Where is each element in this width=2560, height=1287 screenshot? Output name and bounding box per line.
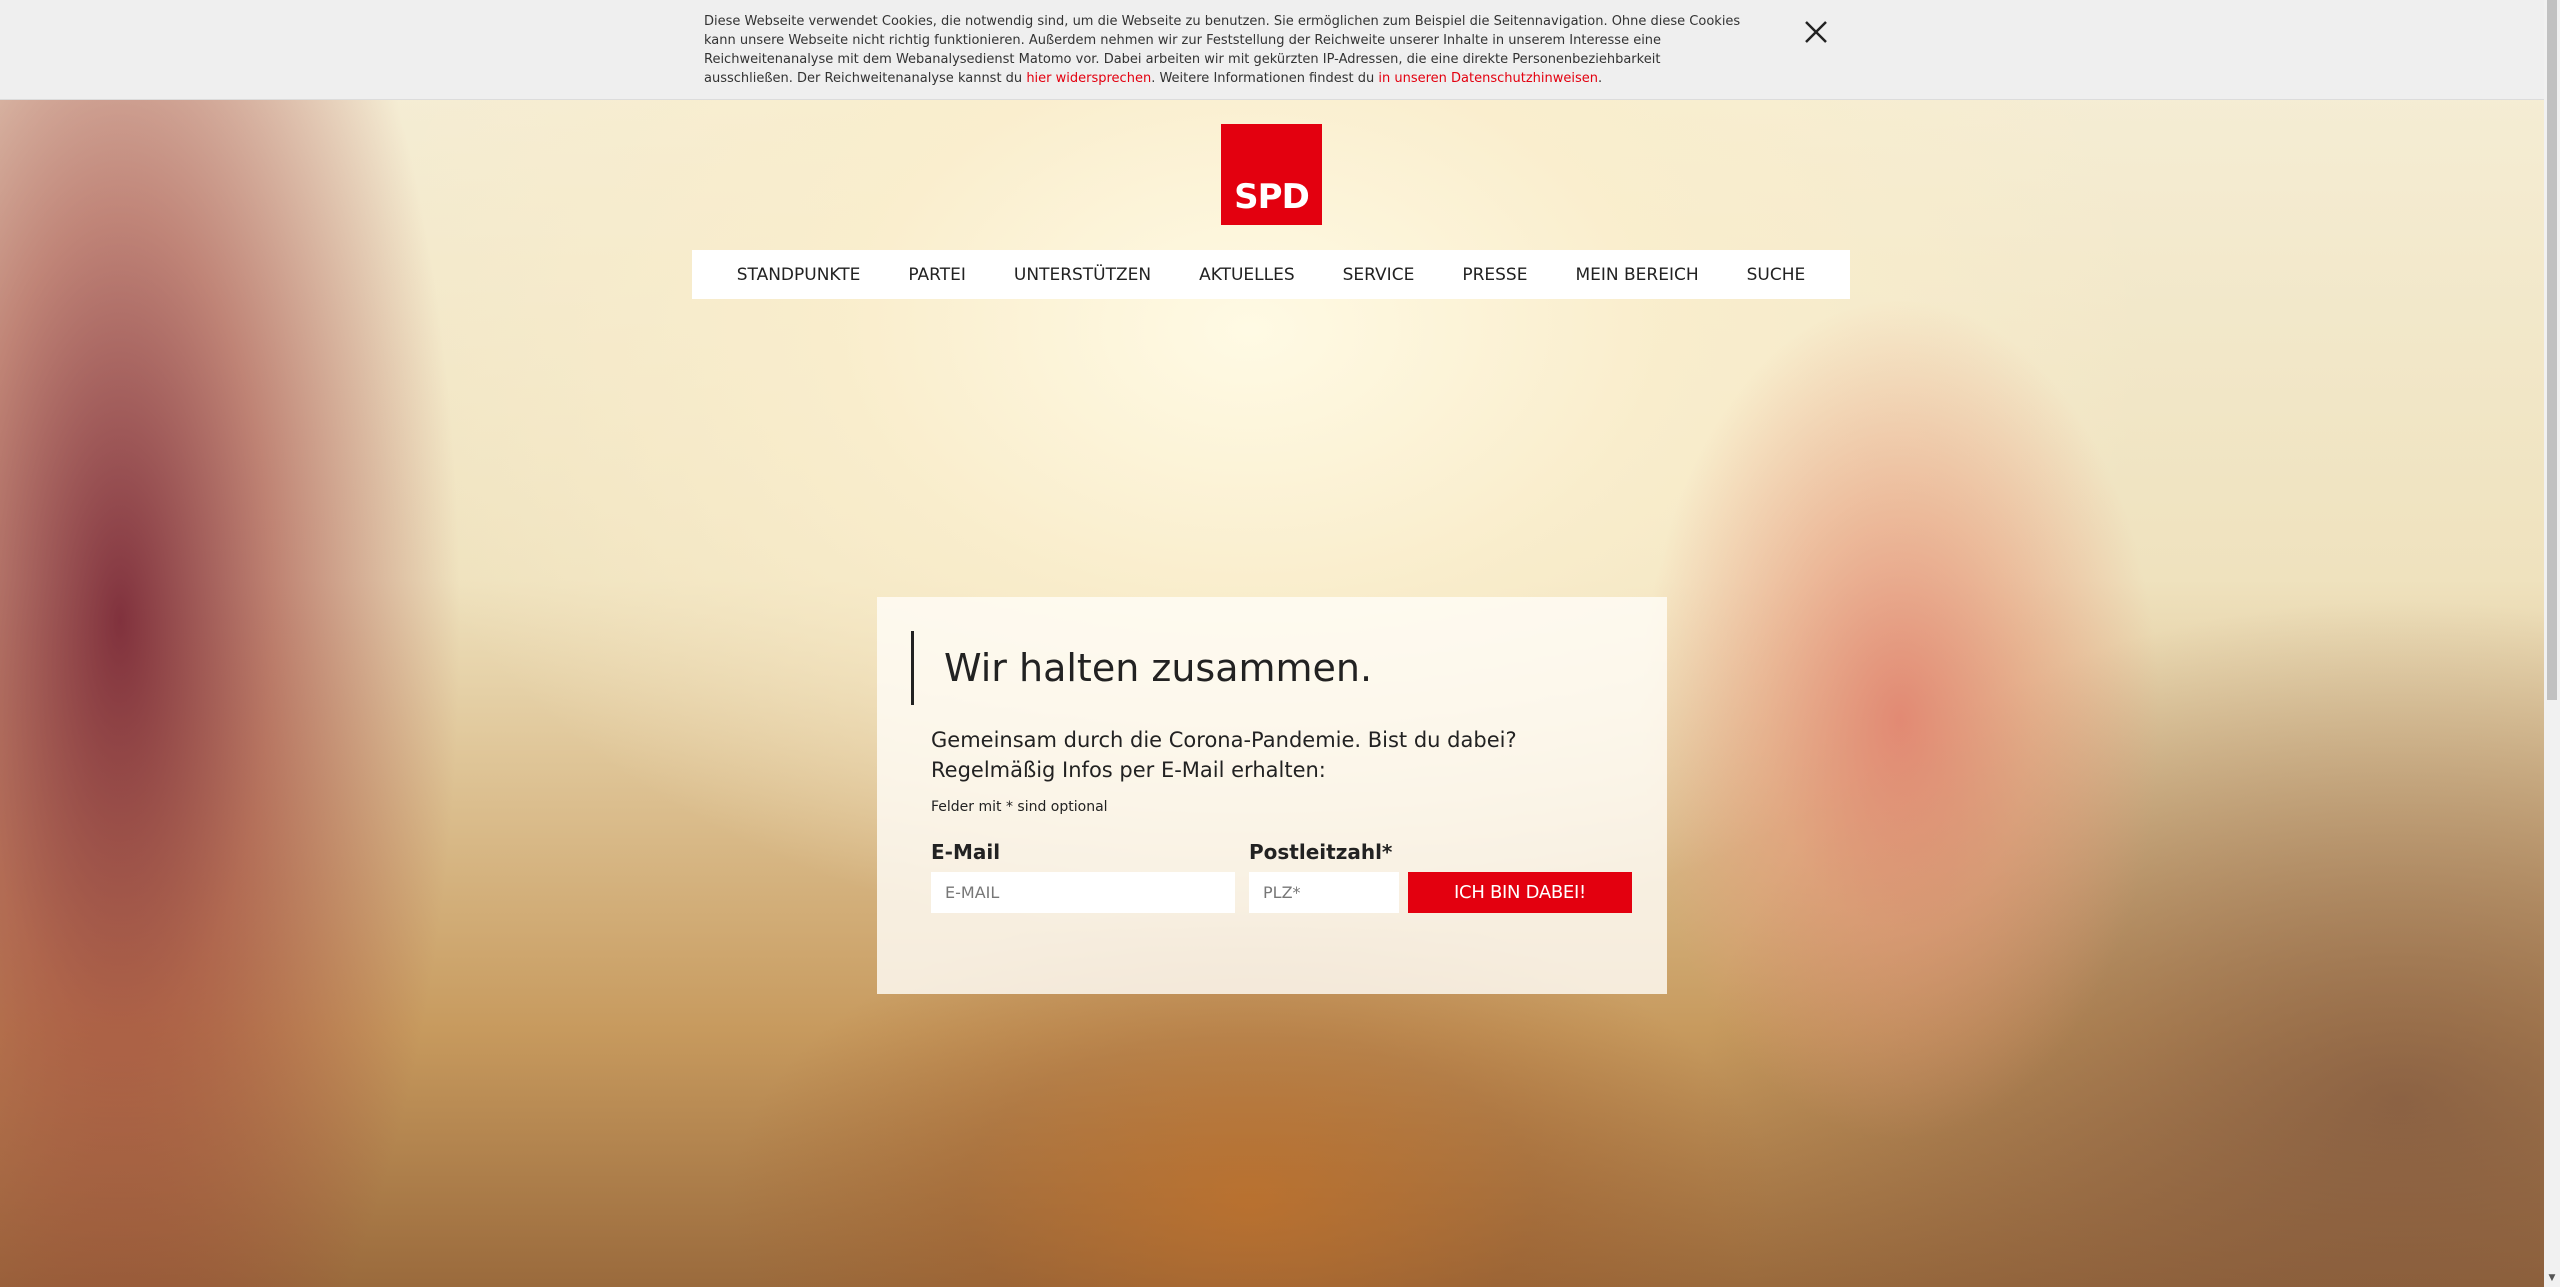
- cookie-object-link[interactable]: hier widersprechen: [1026, 71, 1151, 86]
- zip-label: Postleitzahl*: [1249, 840, 1393, 864]
- cookie-privacy-link[interactable]: in unseren Datenschutzhinweisen: [1378, 71, 1598, 86]
- signup-submit-button[interactable]: ICH BIN DABEI!: [1408, 872, 1632, 913]
- close-icon[interactable]: [1802, 18, 1830, 46]
- email-label: E-Mail: [931, 840, 1001, 864]
- signup-intro-text: Gemeinsam durch die Corona-Pandemie. Bis…: [931, 728, 1517, 782]
- cookie-text-middle: . Weitere Informationen findest du: [1151, 71, 1379, 86]
- nav-item-unterstuetzen[interactable]: UNTERSTÜTZEN: [990, 265, 1175, 285]
- cookie-banner: Diese Webseite verwendet Cookies, die no…: [0, 0, 2544, 100]
- spd-logo[interactable]: SPD: [1221, 124, 1322, 225]
- newsletter-signup-card: Wir halten zusammen. Gemeinsam durch die…: [877, 597, 1667, 994]
- optional-fields-note: Felder mit * sind optional: [931, 799, 1108, 815]
- nav-item-partei[interactable]: PARTEI: [884, 265, 990, 285]
- nav-item-suche[interactable]: SUCHE: [1723, 265, 1830, 285]
- nav-item-standpunkte[interactable]: STANDPUNKTE: [713, 265, 885, 285]
- scroll-down-arrow-icon[interactable]: ▼: [2547, 1272, 2557, 1284]
- nav-item-mein-bereich[interactable]: MEIN BEREICH: [1551, 265, 1722, 285]
- nav-item-aktuelles[interactable]: AKTUELLES: [1175, 265, 1319, 285]
- logo-text: SPD: [1234, 177, 1310, 217]
- zip-input[interactable]: [1249, 872, 1399, 913]
- cookie-text-end: .: [1598, 71, 1603, 86]
- scrollbar-thumb[interactable]: [2547, 0, 2557, 700]
- nav-item-presse[interactable]: PRESSE: [1438, 265, 1551, 285]
- main-navigation: STANDPUNKTE PARTEI UNTERSTÜTZEN AKTUELLE…: [692, 250, 1850, 299]
- email-input[interactable]: [931, 872, 1235, 913]
- nav-item-service[interactable]: SERVICE: [1319, 265, 1439, 285]
- signup-headline: Wir halten zusammen.: [911, 631, 1372, 705]
- cookie-banner-text: Diese Webseite verwendet Cookies, die no…: [704, 12, 1744, 88]
